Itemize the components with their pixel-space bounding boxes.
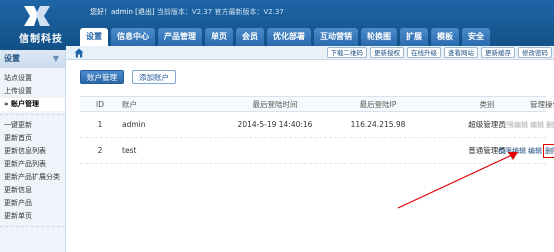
- annotation-arrow-icon: [397, 152, 518, 209]
